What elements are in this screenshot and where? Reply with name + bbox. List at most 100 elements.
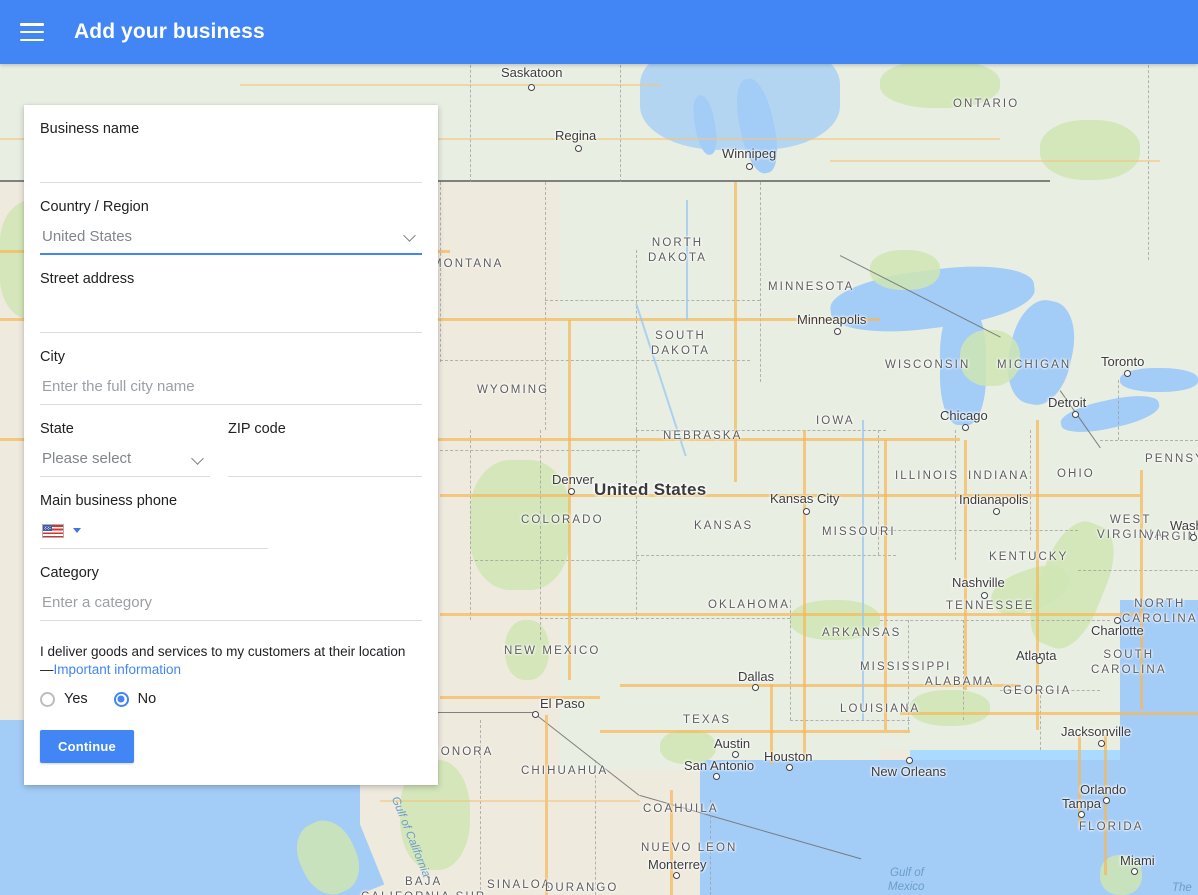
map-border-state [545,182,546,430]
map-border-state [880,620,1110,621]
field-category: Category [40,549,422,621]
map-city-dot[interactable] [1190,534,1197,541]
map-city-dot[interactable] [906,757,913,764]
business-name-label: Business name [40,121,140,137]
map-water-atlantic [1120,600,1198,895]
radio-option-yes[interactable]: Yes [40,690,88,708]
category-input[interactable] [40,594,422,611]
map-road-i45 [770,684,773,764]
map-border-state [1118,380,1119,440]
map-city-dot[interactable] [746,163,753,170]
country-region-select[interactable]: United States [40,219,422,255]
map-border-state [440,450,640,451]
map-city-dot[interactable] [1124,370,1131,377]
important-information-link[interactable]: Important information [54,662,182,677]
map-city-dot[interactable] [1131,868,1138,875]
map-border-state [1078,570,1198,571]
map-road-i75 [1036,420,1039,730]
map-city-dot[interactable] [1078,811,1085,818]
map-water-gulf-mexico [700,760,1120,895]
map-city-dot[interactable] [732,751,739,758]
map-city-dot[interactable] [1103,797,1110,804]
radio-yes-circle[interactable] [40,691,55,707]
map-road-i35 [803,430,806,760]
map-border-state-mx [595,760,596,895]
map-city-dot[interactable] [786,764,793,771]
business-form-card: Business name Country / Region United St… [24,105,438,785]
us-flag-icon[interactable] [42,523,64,538]
map-city-dot[interactable] [713,773,720,780]
map-city-dot[interactable] [962,424,969,431]
map-road-yellowhead [240,84,660,86]
page-title: Add your business [74,20,265,43]
page-root: ONTARIO MONTANA NORTH DAKOTA MINNESOTA SOUTH D… [0,0,1198,895]
field-zip-code: ZIP code [228,419,422,477]
map-border-state [790,600,791,720]
chevron-down-icon[interactable] [192,453,204,465]
map-city-dot[interactable] [532,711,539,718]
map-city-dot[interactable] [1098,740,1105,747]
map-city-dot[interactable] [568,488,575,495]
map-city-dot[interactable] [575,145,582,152]
field-state-zip-row: State Please select ZIP code [40,405,422,477]
map-city-dot[interactable] [752,684,759,691]
map-city-dot[interactable] [803,508,810,515]
map-city-dot[interactable] [673,872,680,879]
map-border-state [1030,430,1031,540]
category-label: Category [40,565,99,581]
map-city-dot[interactable] [528,84,535,91]
continue-button[interactable]: Continue [40,730,134,763]
street-address-line [40,291,422,333]
delivery-question-text: I deliver goods and services to my custo… [40,644,406,659]
map-road-mx85 [670,790,673,895]
map-city-dot[interactable] [981,592,988,599]
map-city-dot[interactable] [834,328,841,335]
field-state: State Please select [40,419,210,477]
map-border-state [545,300,760,301]
radio-option-no[interactable]: No [113,690,156,708]
caret-down-icon[interactable] [73,528,81,533]
map-green-newmexico [505,620,549,680]
street-address-input[interactable] [40,303,422,320]
map-road-i10c [900,712,1198,715]
map-river-red [686,200,688,320]
state-label: State [40,421,74,437]
map-green-michigan-up [960,330,1020,386]
app-header: Add your business [0,0,1198,64]
city-input[interactable] [40,378,422,395]
map-city-dot[interactable] [993,508,1000,515]
business-name-line [40,141,422,183]
map-border-state [440,182,441,362]
business-name-input[interactable] [40,153,422,170]
map-green-ontario-a [880,60,1000,108]
map-green-gulf-coast [910,690,990,726]
phone-line [40,513,268,549]
phone-input[interactable] [91,522,268,539]
state-select[interactable]: Please select [40,441,210,477]
map-border-state-mx [710,800,711,895]
chevron-down-icon[interactable] [404,230,416,242]
radio-no-circle[interactable] [113,691,129,707]
map-border-state [878,530,1078,531]
map-border-state [636,430,886,431]
map-river-mississippi [862,420,864,720]
hamburger-menu-icon[interactable] [20,23,44,41]
map-green-texas-hill [660,730,716,764]
field-main-business-phone: Main business phone [40,477,422,549]
map-green-ontario-b [1040,120,1140,180]
delivery-dash: — [40,662,54,677]
map-city-dot[interactable] [1114,617,1121,624]
zip-code-input[interactable] [228,450,422,467]
map-green-wisconsin [870,250,940,290]
zip-code-label: ZIP code [228,421,286,437]
map-city-dot[interactable] [1072,411,1079,418]
field-street-address: Street address [40,255,422,333]
category-line [40,585,422,621]
map-city-dot[interactable] [1036,657,1043,664]
map-road-i95-fl [1104,735,1107,875]
map-border-state-mx [480,720,481,895]
street-address-label: Street address [40,271,135,287]
map-road-i40 [440,613,1140,616]
map-road-i95 [1140,470,1143,710]
city-label: City [40,349,65,365]
